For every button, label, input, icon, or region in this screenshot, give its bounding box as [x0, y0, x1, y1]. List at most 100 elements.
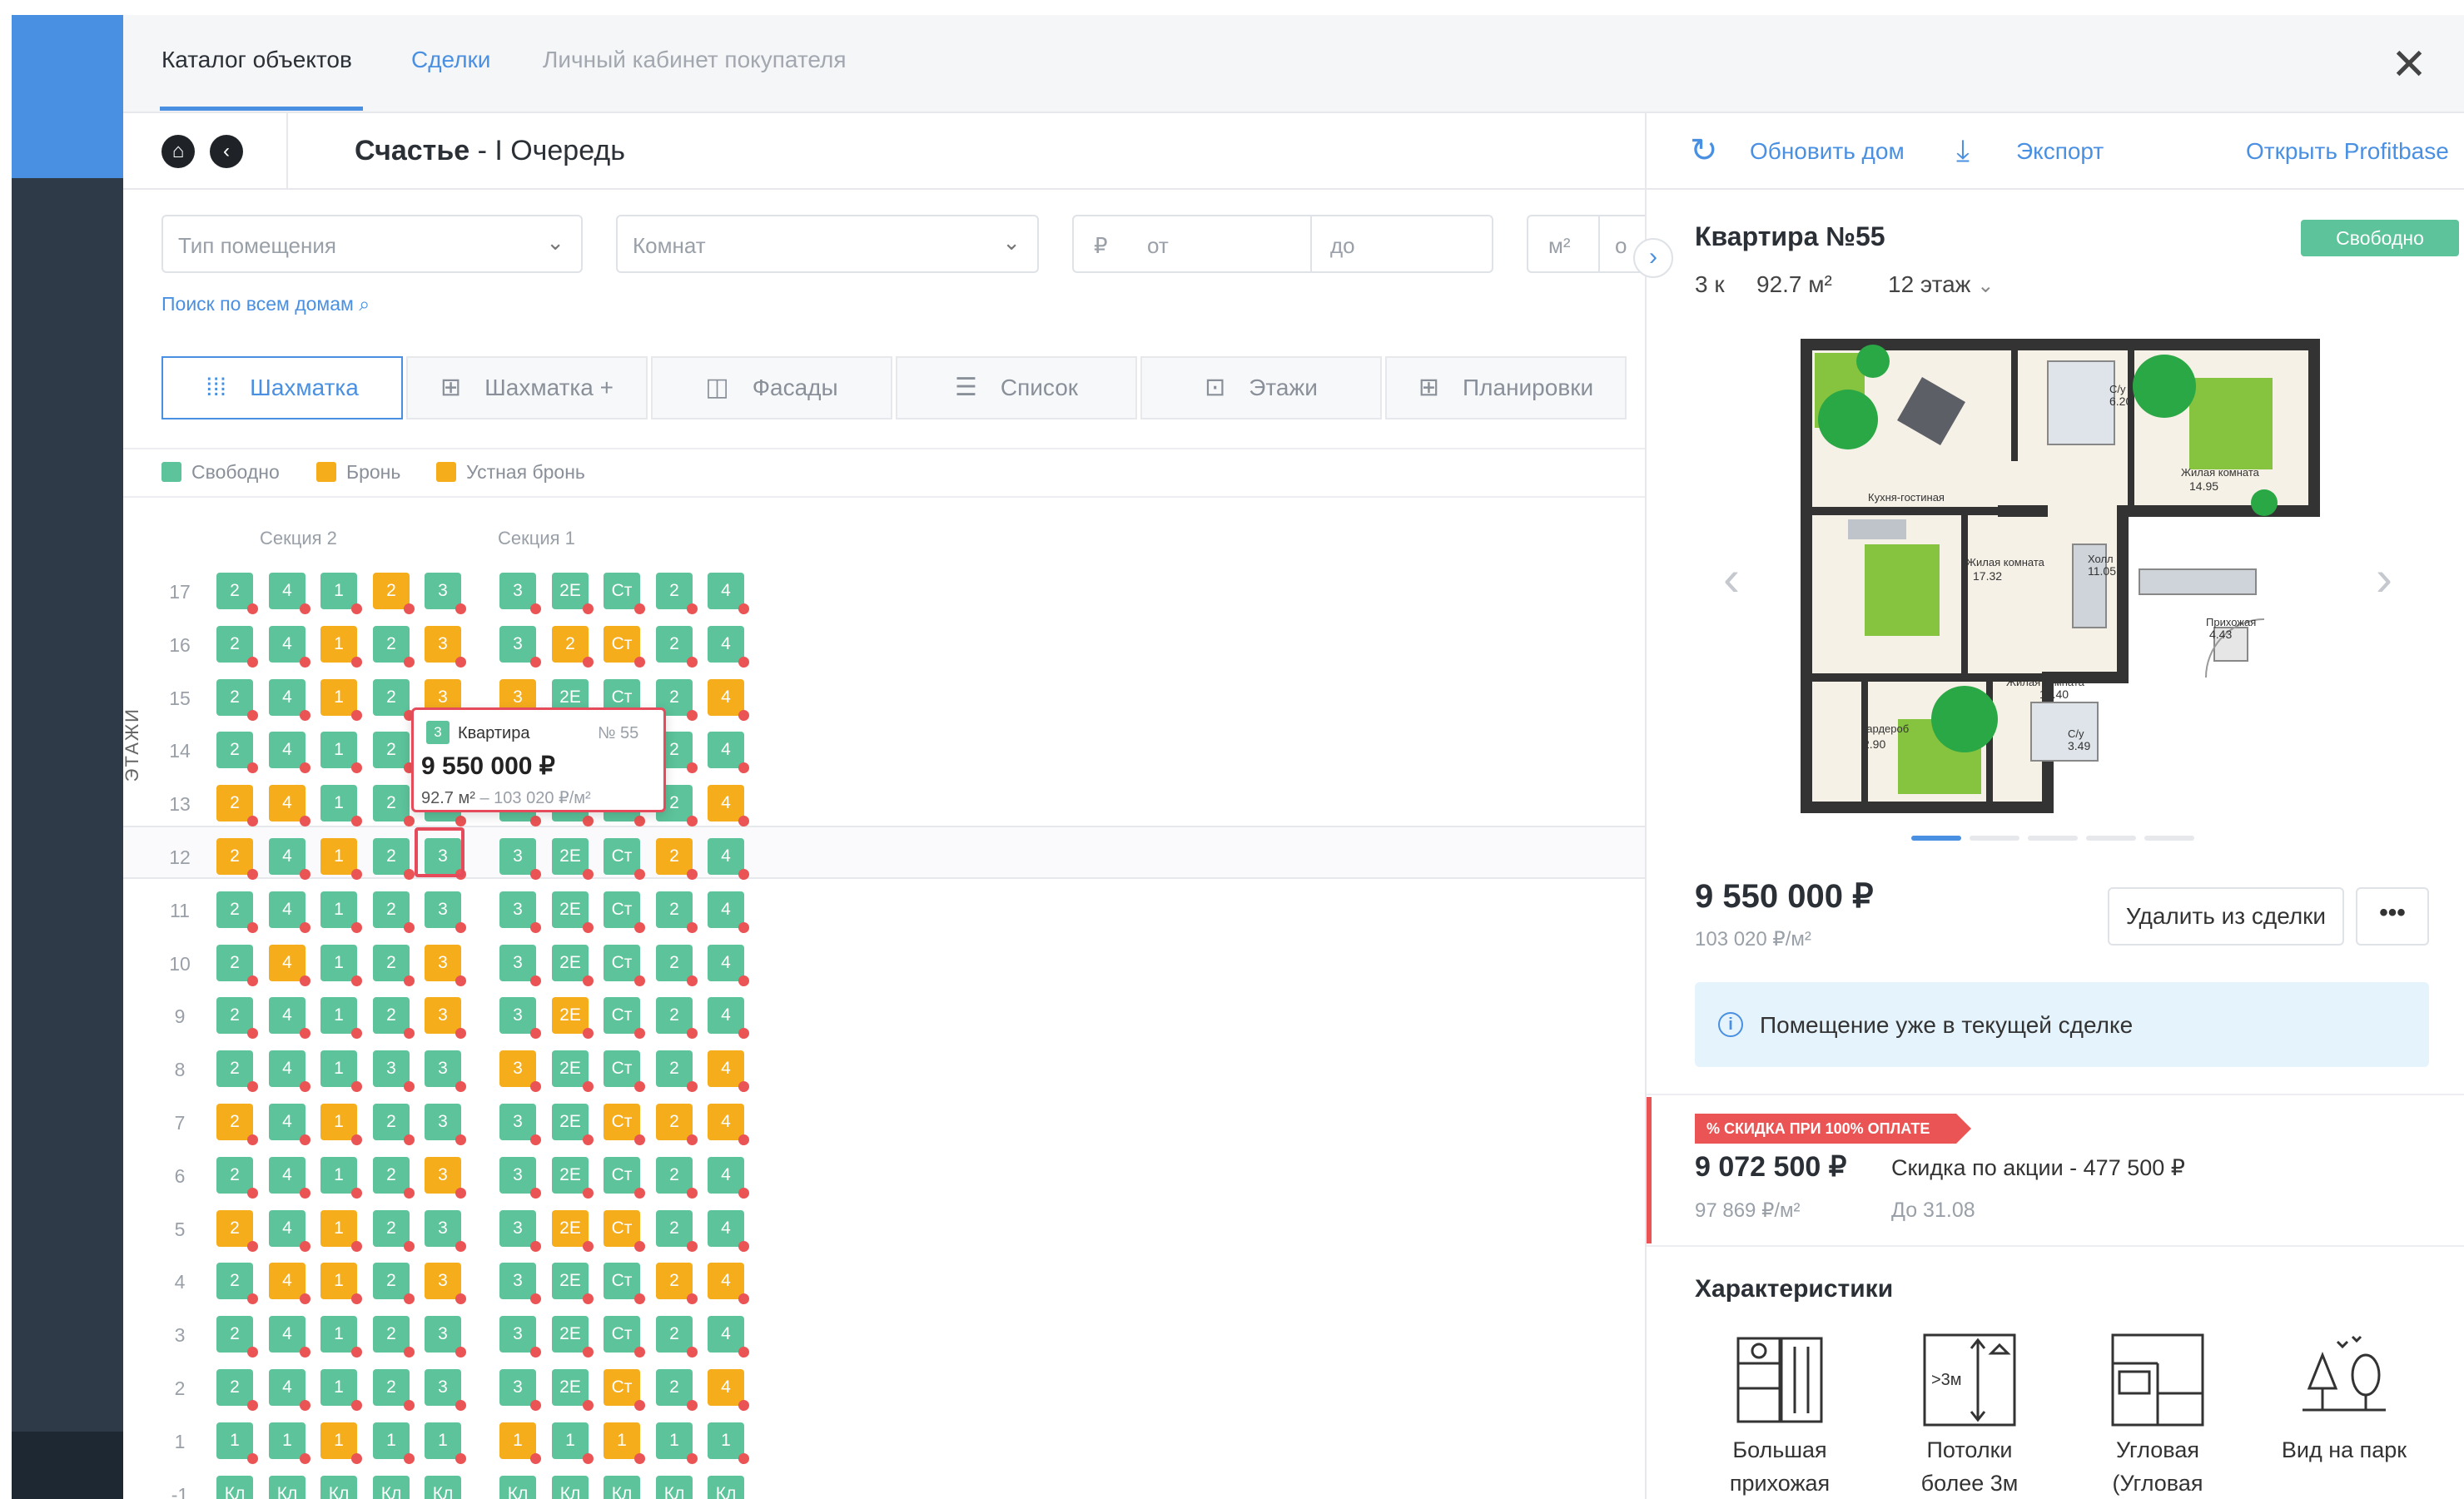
price-to-input[interactable]: до — [1330, 233, 1355, 259]
apartment-cell[interactable]: 2 — [216, 573, 258, 614]
apartment-cell[interactable]: Кл — [320, 1476, 357, 1499]
apartment-cell[interactable]: Ст — [604, 997, 645, 1039]
apartment-cell[interactable]: 1 — [320, 1369, 362, 1411]
carousel-dot[interactable] — [2144, 836, 2194, 841]
apartment-cell[interactable]: 4 — [269, 1104, 310, 1145]
apartment-cell[interactable]: Кл — [425, 1476, 461, 1499]
apartment-cell[interactable]: 1 — [708, 1422, 749, 1464]
apartment-cell[interactable]: Кл — [552, 1476, 589, 1499]
selected-apartment-outline[interactable] — [415, 827, 464, 877]
apartment-cell[interactable]: 1 — [425, 1422, 466, 1464]
apartment-cell[interactable]: 1 — [320, 1157, 362, 1199]
apartment-cell[interactable]: 2 — [373, 626, 415, 668]
apartment-cell[interactable]: 2 — [216, 1157, 258, 1199]
apartment-cell[interactable]: 2 — [216, 785, 258, 826]
apartment-cell[interactable]: 1 — [320, 1210, 362, 1252]
apartment-cell[interactable]: 2 — [216, 626, 258, 668]
apartment-cell[interactable]: Ст — [604, 1050, 645, 1092]
apartment-cell[interactable]: 1 — [320, 1422, 362, 1464]
chevron-right-icon[interactable]: › — [1633, 238, 1673, 278]
apartment-cell[interactable]: 3 — [499, 626, 541, 668]
apartment-cell[interactable]: 2 — [373, 1369, 415, 1411]
apartment-cell[interactable]: 2E — [552, 1369, 594, 1411]
apartment-cell[interactable]: 2 — [216, 1263, 258, 1304]
apartment-cell[interactable]: 1 — [499, 1422, 541, 1464]
area-range-field[interactable]: м² о — [1527, 215, 1645, 273]
apartment-cell[interactable]: 2 — [216, 891, 258, 933]
apartment-cell[interactable]: 2E — [552, 945, 594, 986]
apartment-cell[interactable]: 2 — [656, 945, 698, 986]
apartment-cell[interactable]: Ст — [604, 1210, 645, 1252]
apartment-cell[interactable]: 2 — [216, 838, 258, 880]
apartment-cell[interactable]: Ст — [604, 945, 645, 986]
apartment-cell[interactable]: 2 — [656, 838, 698, 880]
apartment-cell[interactable]: 3 — [425, 997, 466, 1039]
apartment-cell[interactable]: 2 — [656, 626, 698, 668]
apartment-cell[interactable]: 2 — [552, 626, 594, 668]
apartment-cell[interactable]: 3 — [499, 1050, 541, 1092]
apartment-cell[interactable]: 3 — [373, 1050, 415, 1092]
apartment-cell[interactable]: 1 — [320, 1316, 362, 1358]
carousel-dot-active[interactable] — [1911, 836, 1961, 841]
apartment-cell[interactable]: 1 — [320, 732, 362, 773]
room-type-select[interactable]: Тип помещения ⌄ — [161, 215, 583, 273]
apartment-cell[interactable]: Ст — [604, 838, 645, 880]
apartment-cell[interactable]: 4 — [708, 1316, 749, 1358]
apartment-cell[interactable]: 2 — [216, 997, 258, 1039]
apartment-cell[interactable]: 3 — [499, 997, 541, 1039]
apartment-cell[interactable]: 3 — [425, 1157, 466, 1199]
apartment-cell[interactable]: 2E — [552, 1157, 594, 1199]
apartment-cell[interactable]: 2E — [552, 1104, 594, 1145]
apartment-cell[interactable]: Ст — [604, 1104, 645, 1145]
next-image-arrow[interactable]: › — [2376, 549, 2392, 607]
apartment-cell[interactable]: 4 — [269, 891, 310, 933]
apartment-cell[interactable]: 2 — [373, 1157, 415, 1199]
tab-catalog[interactable]: Каталог объектов — [161, 47, 352, 73]
apartment-cell[interactable]: 2 — [373, 891, 415, 933]
apartment-cell[interactable]: 4 — [708, 626, 749, 668]
close-icon[interactable]: ✕ — [2386, 42, 2432, 88]
rooms-select[interactable]: Комнат ⌄ — [616, 215, 1039, 273]
apartment-cell[interactable]: 2 — [216, 732, 258, 773]
apartment-cell[interactable]: 3 — [499, 945, 541, 986]
apartment-cell[interactable]: 2 — [373, 732, 415, 773]
apartment-cell[interactable]: 2 — [373, 573, 415, 614]
apartment-cell[interactable]: 4 — [708, 785, 749, 826]
refresh-icon[interactable]: ↻ — [1690, 132, 1718, 170]
apartment-cell[interactable]: 4 — [708, 838, 749, 880]
apartment-cell[interactable]: 3 — [499, 1369, 541, 1411]
apartment-cell[interactable]: 1 — [320, 945, 362, 986]
apartment-cell[interactable]: 3 — [499, 1210, 541, 1252]
refresh-house-button[interactable]: Обновить дом — [1750, 138, 1905, 165]
apartment-cell[interactable]: 3 — [499, 573, 541, 614]
apartment-cell[interactable]: 2 — [216, 1369, 258, 1411]
apartment-cell[interactable]: 4 — [708, 732, 749, 773]
tab-deals[interactable]: Сделки — [411, 47, 490, 73]
apartment-cell[interactable]: 4 — [708, 997, 749, 1039]
apartment-cell[interactable]: 2 — [373, 1263, 415, 1304]
price-range-field[interactable]: ₽ от до — [1072, 215, 1493, 273]
apartment-cell[interactable]: 2 — [373, 679, 415, 721]
apartment-cell[interactable]: 2 — [216, 1104, 258, 1145]
carousel-dot[interactable] — [2028, 836, 2078, 841]
apartment-cell[interactable]: 2 — [656, 573, 698, 614]
apartment-cell[interactable]: 2E — [552, 891, 594, 933]
apartment-cell[interactable]: 3 — [499, 1263, 541, 1304]
apartment-cell[interactable]: 3 — [499, 1104, 541, 1145]
apartment-cell[interactable]: Ст — [604, 891, 645, 933]
apartment-cell[interactable]: Ст — [604, 573, 645, 614]
download-icon[interactable]: ⤓ — [1956, 133, 1970, 169]
apartment-cell[interactable]: 2 — [656, 1210, 698, 1252]
apartment-cell[interactable]: Кл — [708, 1476, 744, 1499]
carousel-dot[interactable] — [1970, 836, 2019, 841]
apartment-cell[interactable]: 3 — [425, 1369, 466, 1411]
apartment-cell[interactable]: 3 — [425, 1263, 466, 1304]
apartment-cell[interactable]: 2 — [373, 1210, 415, 1252]
apartment-cell[interactable]: 1 — [320, 1104, 362, 1145]
apartment-cell[interactable]: Кл — [269, 1476, 306, 1499]
apartment-cell[interactable]: 4 — [269, 1050, 310, 1092]
apartment-cell[interactable]: 4 — [708, 1263, 749, 1304]
apartment-cell[interactable]: 4 — [708, 891, 749, 933]
apartment-cell[interactable]: 4 — [269, 626, 310, 668]
apartment-cell[interactable]: 4 — [269, 732, 310, 773]
